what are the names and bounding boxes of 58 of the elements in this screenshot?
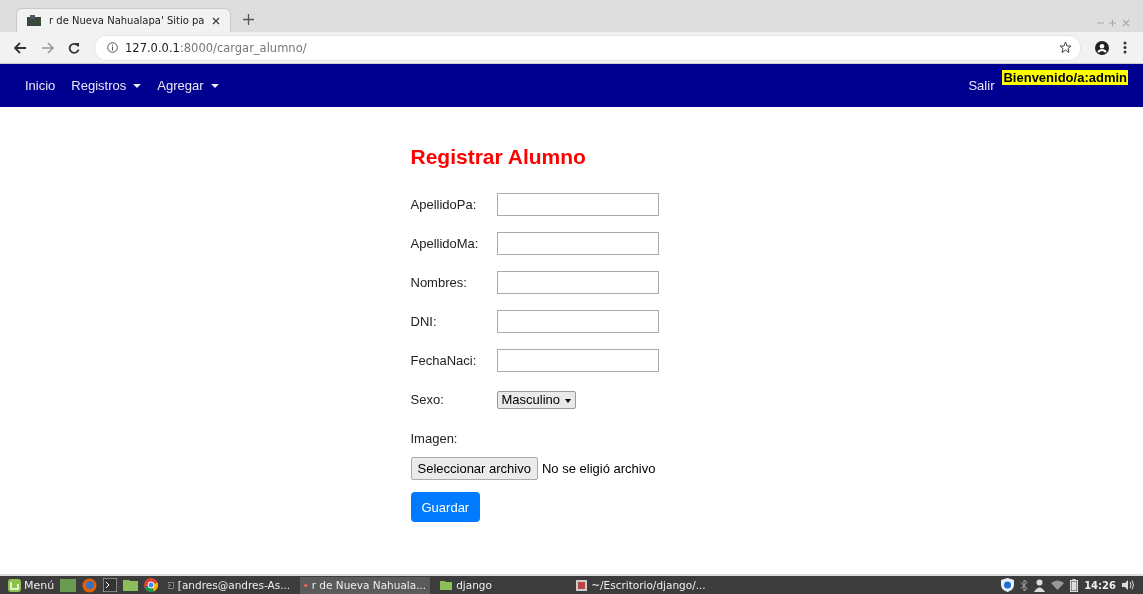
taskbar-window-button[interactable]: ~/Escritorio/django/... [572, 576, 713, 594]
new-tab-icon[interactable] [243, 14, 255, 25]
close-icon[interactable] [212, 16, 221, 25]
url-text: 127.0.0.1:8000/cargar_alumno/ [125, 40, 307, 55]
favicon-icon [27, 14, 41, 27]
text-field[interactable] [496, 349, 659, 372]
browser-tab[interactable]: r de Nueva Nahualapa' Sitio pa [16, 8, 232, 32]
save-button[interactable]: Guardar [410, 492, 481, 522]
text-field[interactable] [496, 193, 659, 216]
nav-link[interactable]: Registros [63, 78, 150, 93]
folder-icon [440, 580, 453, 590]
taskbar-window-button[interactable]: [andres@andres-As... [164, 576, 295, 594]
star-icon[interactable] [1059, 41, 1072, 54]
field-label: Sexo: [410, 392, 445, 407]
taskbar-window-button[interactable]: r de Nueva Nahuala... [300, 576, 431, 594]
info-icon [107, 42, 118, 53]
taskbar-window-button[interactable]: django [436, 576, 567, 594]
battery-icon[interactable] [1070, 578, 1079, 592]
nav-link[interactable]: Agregar [149, 78, 227, 93]
caret-icon [564, 398, 571, 403]
back-icon[interactable] [14, 41, 27, 54]
reload-icon[interactable] [68, 41, 80, 54]
file-status: No se eligió archivo [541, 461, 656, 476]
text-field[interactable] [496, 232, 659, 255]
wifi-icon[interactable] [1051, 580, 1065, 590]
welcome-text: Bienvenido/a:admin [1002, 70, 1128, 85]
field-label: Nombres: [410, 275, 468, 290]
folder-icon[interactable] [123, 579, 139, 591]
tab-title: r de Nueva Nahualapa' Sitio pa [49, 15, 205, 26]
terminal-icon[interactable] [103, 578, 118, 592]
user-icon[interactable] [1034, 578, 1046, 592]
menu-icon[interactable] [1123, 41, 1127, 54]
terminal-icon [168, 579, 174, 591]
volume-icon[interactable] [1122, 580, 1135, 590]
clock-text: 14:26 [1084, 579, 1116, 591]
field-label: ApellidoPa: [410, 197, 478, 212]
field-label: FechaNaci: [410, 353, 478, 368]
text-field[interactable] [496, 310, 659, 333]
select-dropdown[interactable]: Masculino [496, 390, 576, 409]
shield-icon[interactable] [1001, 578, 1015, 592]
desktop-icon[interactable] [60, 578, 77, 592]
field-label: DNI: [410, 314, 438, 329]
field-label: ApellidoMa: [410, 236, 480, 251]
bluetooth-icon[interactable] [1020, 578, 1029, 592]
account-icon[interactable] [1095, 40, 1109, 55]
file-button[interactable]: Seleccionar archivo [410, 457, 538, 480]
nav-link[interactable]: Inicio [17, 78, 64, 93]
chrome-icon[interactable] [144, 578, 159, 592]
address-field[interactable]: 127.0.0.1:8000/cargar_alumno/ [94, 34, 1081, 61]
firefox-icon[interactable] [82, 577, 98, 593]
forward-icon[interactable] [41, 41, 54, 54]
editor-icon [576, 579, 588, 591]
text-field[interactable] [496, 271, 659, 294]
mint-logo-icon [8, 578, 21, 592]
logout-link[interactable]: Salir [960, 78, 1003, 93]
start-menu-button[interactable]: Menú [8, 578, 55, 592]
form-title: Registrar Alumno [410, 145, 587, 169]
field-label: Imagen: [410, 431, 459, 448]
